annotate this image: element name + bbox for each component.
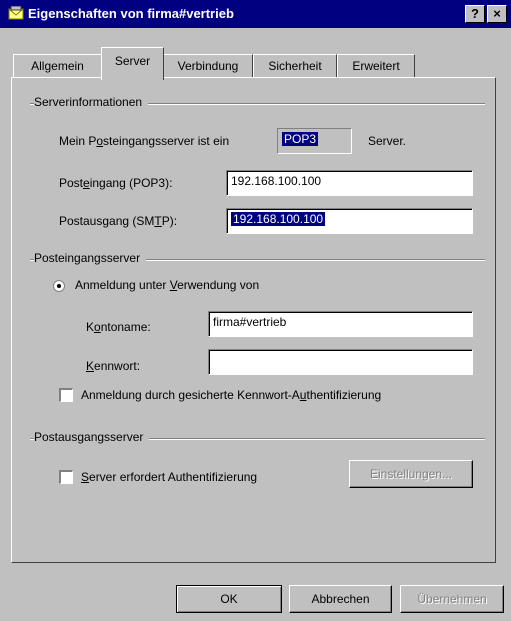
outgoing-server-value: 192.168.100.100 bbox=[231, 212, 326, 226]
tab-erweitert[interactable]: Erweitert bbox=[337, 54, 415, 78]
help-button[interactable]: ? bbox=[465, 5, 485, 23]
account-name-input[interactable]: firma#vertrieb bbox=[208, 311, 473, 337]
account-name-label: Kontoname: bbox=[86, 320, 151, 334]
incoming-server-label: Posteingang (POP3): bbox=[59, 176, 173, 190]
smtp-auth-checkbox[interactable] bbox=[59, 470, 73, 484]
close-button[interactable]: × bbox=[487, 5, 507, 23]
login-radio[interactable] bbox=[53, 280, 65, 292]
tab-allgemein[interactable]: Allgemein bbox=[13, 54, 102, 78]
ok-button[interactable]: OK bbox=[176, 585, 282, 613]
tab-server[interactable]: Server bbox=[101, 47, 164, 80]
section-title-incoming-server: Posteingangsserver bbox=[34, 251, 147, 265]
incoming-type-suffix: Server. bbox=[368, 134, 407, 148]
tab-sicherheit[interactable]: Sicherheit bbox=[253, 54, 337, 78]
apply-button[interactable]: Übernehmen bbox=[400, 585, 504, 613]
password-input[interactable] bbox=[208, 349, 473, 375]
section-title-server-info: Serverinformationen bbox=[34, 95, 149, 109]
outgoing-server-label: Postausgang (SMTP): bbox=[59, 214, 178, 228]
radio-selected-dot bbox=[57, 284, 61, 288]
window-title: Eigenschaften von firma#vertrieb bbox=[28, 6, 234, 21]
settings-button[interactable]: Einstellungen... bbox=[349, 460, 473, 488]
incoming-type-label: Mein Posteingangsserver ist ein bbox=[59, 134, 230, 148]
cancel-button[interactable]: Abbrechen bbox=[289, 585, 392, 613]
outgoing-server-input[interactable]: 192.168.100.100 bbox=[226, 208, 473, 234]
tab-verbindung[interactable]: Verbindung bbox=[163, 54, 253, 78]
section-title-outgoing-server: Postausgangsserver bbox=[34, 430, 150, 444]
title-bar[interactable]: Eigenschaften von firma#vertrieb ? × bbox=[0, 0, 511, 28]
spa-label[interactable]: Anmeldung durch gesicherte Kennwort-Auth… bbox=[81, 388, 381, 402]
incoming-type-box: POP3 bbox=[277, 128, 352, 154]
smtp-auth-label[interactable]: Server erfordert Authentifizierung bbox=[81, 470, 257, 484]
incoming-server-input[interactable]: 192.168.100.100 bbox=[226, 170, 473, 196]
spa-checkbox[interactable] bbox=[59, 388, 73, 402]
login-radio-label[interactable]: Anmeldung unter Verwendung von bbox=[75, 278, 259, 292]
mail-properties-icon bbox=[8, 6, 24, 20]
password-label: Kennwort: bbox=[86, 359, 141, 373]
incoming-type-value: POP3 bbox=[282, 132, 319, 146]
